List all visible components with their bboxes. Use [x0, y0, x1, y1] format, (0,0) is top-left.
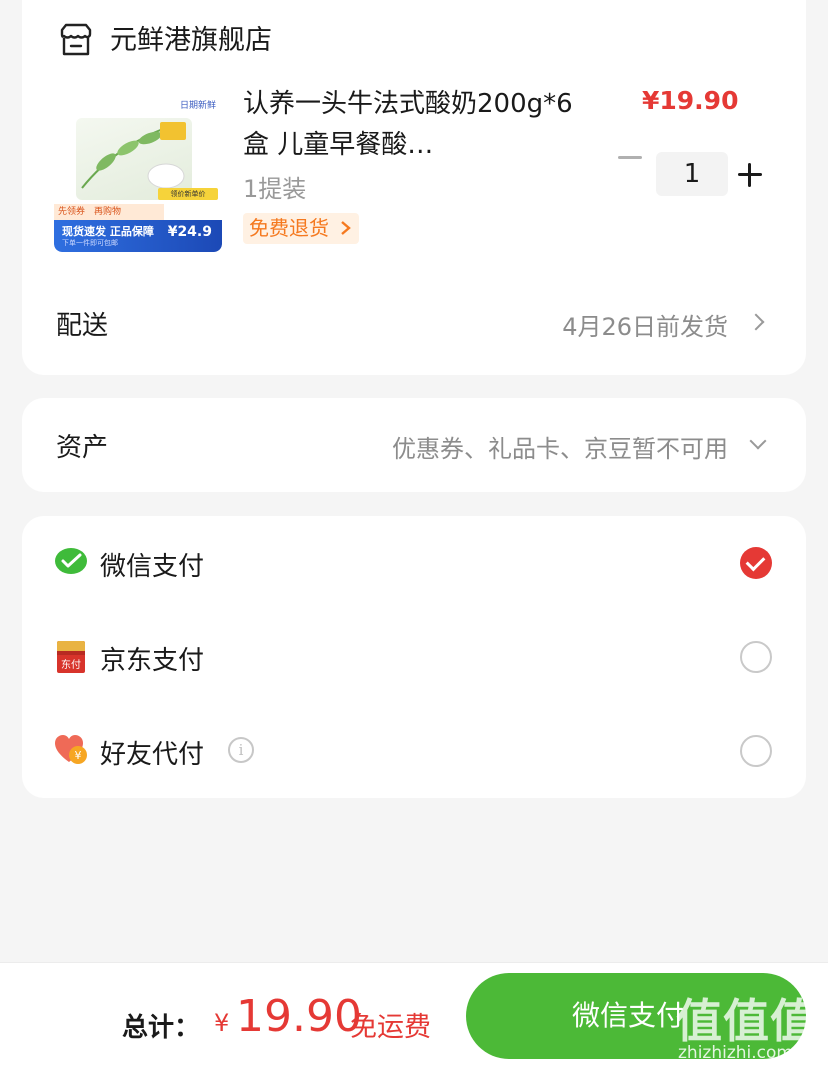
chevron-down-icon[interactable]: [749, 432, 767, 450]
order-card: 元鲜港旗舰店 日期新鲜 领价新单价 先领券 再购物 现货速发 正品保障 下单一件…: [22, 0, 806, 375]
product-image-price: ¥24.9: [167, 224, 212, 240]
delivery-value[interactable]: 4月26日前发货: [562, 307, 728, 342]
payment-methods-card: 微信支付 东付 京东支付 ¥ 好友代付 i: [22, 516, 806, 798]
product-spec: 1提装: [243, 175, 307, 203]
product-image-banner-sub: 下单一件即可包邮: [62, 239, 118, 247]
assets-label: 资产: [56, 433, 109, 463]
wechat-pay-icon: [55, 548, 87, 574]
bottom-bar: 总计： ¥ 19.90 免运费 微信支付 值值值 zhizhizhi.com: [0, 962, 828, 1069]
watermark-url: zhizhizhi.com: [678, 1043, 793, 1063]
info-icon[interactable]: i: [228, 737, 254, 763]
jd-pay-icon: 东付: [57, 641, 85, 673]
free-return-label: 免费退货: [249, 216, 329, 240]
product-title[interactable]: 认养一头牛法式酸奶200g*6盒 儿童早餐酸…: [243, 84, 583, 166]
shipping-free-label: 免运费: [350, 1012, 431, 1043]
total-label: 总计：: [122, 1013, 201, 1043]
store-icon: [60, 23, 92, 56]
payment-option-wechat[interactable]: 微信支付: [22, 516, 806, 610]
payment-radio-friend[interactable]: [740, 735, 772, 767]
total-amount: 19.90: [236, 991, 362, 1042]
info-icon-glyph: i: [238, 741, 244, 759]
product-image-coupon-badge: 先领券 再购物: [54, 204, 164, 220]
product-image-banner: 现货速发 正品保障 下单一件即可包邮 ¥24.9: [54, 220, 222, 252]
product-image[interactable]: 日期新鲜 领价新单价 先领券 再购物 现货速发 正品保障 下单一件即可包邮 ¥2…: [54, 96, 222, 252]
product-image-price-tag: 领价新单价: [158, 188, 218, 200]
assets-value: 优惠券、礼品卡、京豆暂不可用: [392, 435, 728, 463]
free-return-tag: 免费退货: [243, 213, 360, 244]
quantity-decrease-button[interactable]: [618, 156, 642, 159]
payment-label-jd: 京东支付: [100, 646, 205, 676]
assets-card[interactable]: 资产 优惠券、礼品卡、京豆暂不可用: [22, 398, 806, 492]
payment-label-wechat: 微信支付: [100, 552, 205, 582]
product-price: ¥19.90: [642, 86, 739, 115]
payment-option-friend[interactable]: ¥ 好友代付 i: [22, 704, 806, 798]
watermark-logo: 值值值: [676, 994, 817, 1048]
store-name[interactable]: 元鲜港旗舰店: [110, 24, 272, 58]
chevron-right-icon: [341, 221, 352, 235]
friend-pay-icon-glyph: ¥: [75, 749, 82, 762]
payment-label-friend: 好友代付: [100, 740, 205, 770]
jd-pay-icon-glyph: 东付: [61, 658, 81, 671]
delivery-label: 配送: [56, 311, 109, 341]
payment-option-jd[interactable]: 东付 京东支付: [22, 610, 806, 704]
payment-radio-jd[interactable]: [740, 641, 772, 673]
quantity-increase-button[interactable]: [738, 163, 762, 187]
friend-pay-icon: ¥: [55, 735, 87, 764]
chevron-right-icon[interactable]: [747, 313, 765, 331]
quantity-input[interactable]: 1: [656, 152, 728, 196]
product-image-banner-text: 现货速发 正品保障: [62, 225, 154, 238]
product-image-tag: 日期新鲜: [179, 101, 216, 111]
payment-radio-wechat[interactable]: [740, 547, 772, 579]
total-currency: ¥: [214, 1009, 230, 1037]
